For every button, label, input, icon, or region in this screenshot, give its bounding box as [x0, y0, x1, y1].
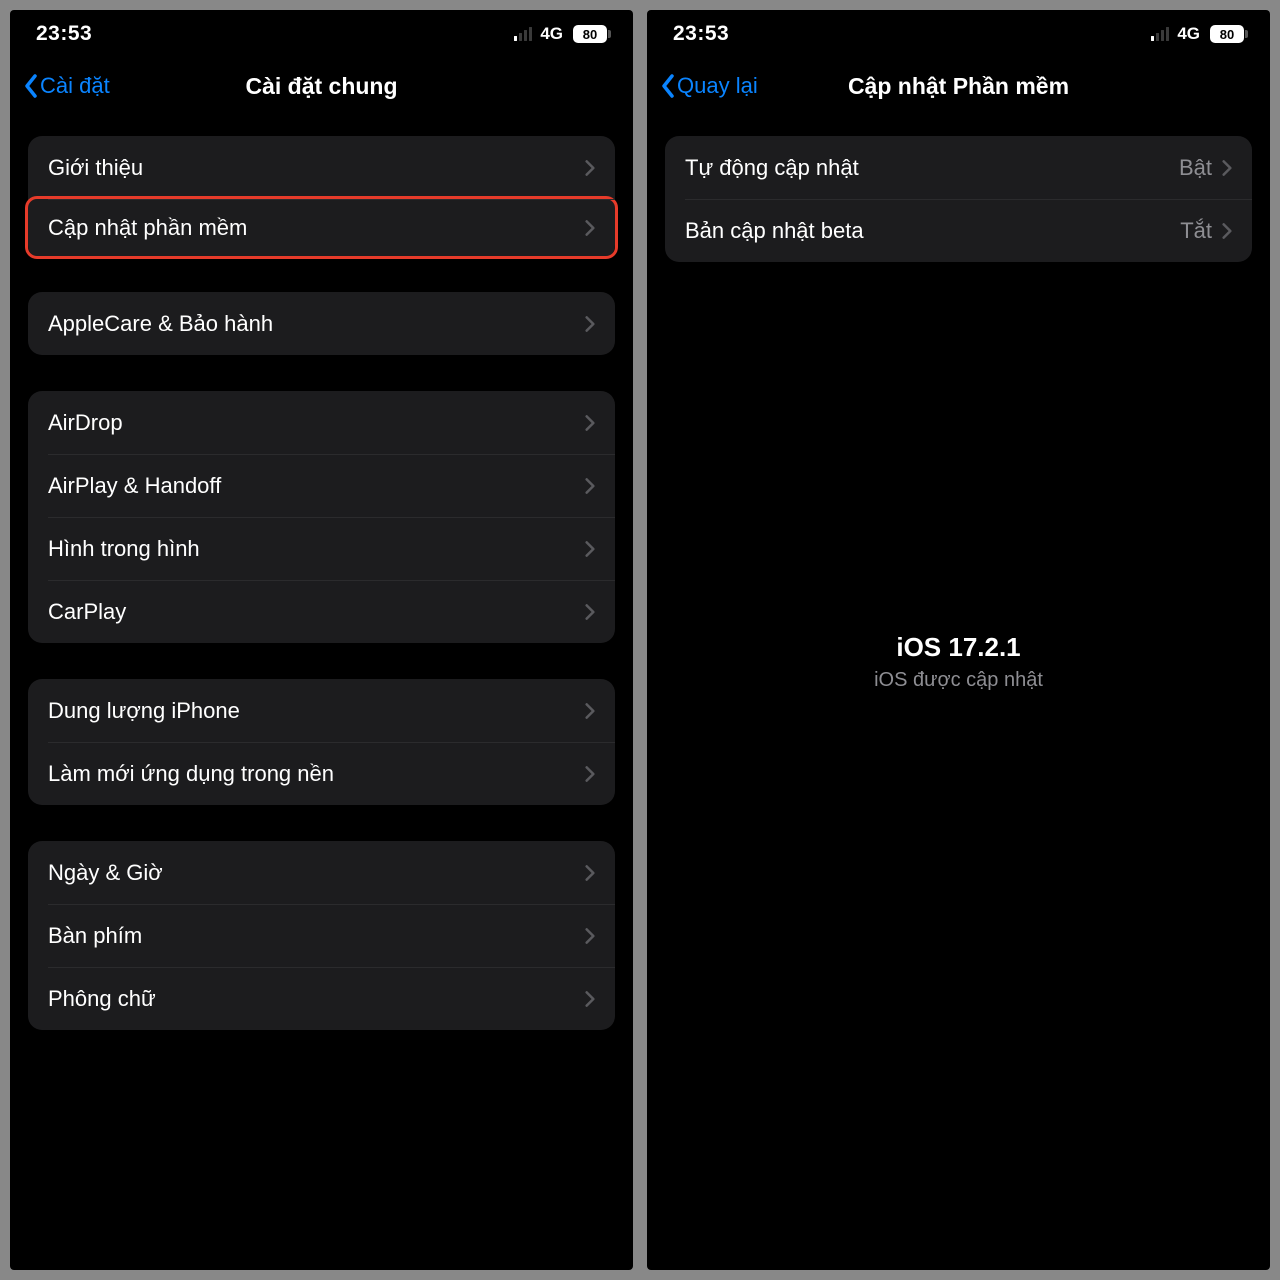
status-indicators: 4G 80 [514, 24, 607, 44]
row-label: Hình trong hình [48, 536, 585, 562]
nav-bar: Cài đặt Cài đặt chung [10, 58, 633, 114]
chevron-left-icon [24, 74, 38, 98]
network-label: 4G [540, 24, 563, 44]
nav-bar: Quay lại Cập nhật Phần mềm [647, 58, 1270, 114]
row-beta-update[interactable]: Bản cập nhật beta Tắt [665, 199, 1252, 262]
chevron-right-icon [585, 219, 595, 237]
row-storage[interactable]: Dung lượng iPhone [28, 679, 615, 742]
row-label: AirPlay & Handoff [48, 473, 585, 499]
status-time: 23:53 [36, 22, 92, 46]
battery-icon: 80 [573, 25, 607, 43]
status-time: 23:53 [673, 22, 729, 46]
content-scroll[interactable]: Giới thiệu Cập nhật phần mềm AppleCare &… [10, 114, 633, 1270]
chevron-right-icon [585, 159, 595, 177]
row-label: AppleCare & Bảo hành [48, 311, 585, 337]
row-label: Làm mới ứng dụng trong nền [48, 761, 585, 787]
row-label: Bàn phím [48, 923, 585, 949]
network-label: 4G [1177, 24, 1200, 44]
chevron-right-icon [585, 315, 595, 333]
settings-group: AppleCare & Bảo hành [28, 292, 615, 355]
row-bg-refresh[interactable]: Làm mới ứng dụng trong nền [28, 742, 615, 805]
chevron-right-icon [585, 765, 595, 783]
content-scroll[interactable]: Tự động cập nhật Bật Bản cập nhật beta T… [647, 114, 1270, 1270]
chevron-right-icon [585, 864, 595, 882]
row-date-time[interactable]: Ngày & Giờ [28, 841, 615, 904]
row-carplay[interactable]: CarPlay [28, 580, 615, 643]
row-label: Cập nhật phần mềm [48, 215, 585, 241]
battery-level: 80 [1210, 25, 1244, 43]
signal-icon [514, 27, 532, 41]
battery-icon: 80 [1210, 25, 1244, 43]
row-software-update[interactable]: Cập nhật phần mềm [25, 196, 618, 259]
row-value: Bật [1179, 155, 1212, 181]
status-bar: 23:53 4G 80 [10, 10, 633, 58]
chevron-right-icon [585, 603, 595, 621]
row-label: Tự động cập nhật [685, 155, 1179, 181]
chevron-right-icon [585, 702, 595, 720]
row-label: Phông chữ [48, 986, 585, 1012]
row-label: Dung lượng iPhone [48, 698, 585, 724]
row-pip[interactable]: Hình trong hình [28, 517, 615, 580]
row-label: AirDrop [48, 410, 585, 436]
row-label: Bản cập nhật beta [685, 218, 1180, 244]
screen-software-update: 23:53 4G 80 Quay lại Cập nhật Phần mềm T… [647, 10, 1270, 1270]
row-about[interactable]: Giới thiệu [28, 136, 615, 199]
back-button[interactable]: Cài đặt [24, 73, 110, 99]
settings-group: Tự động cập nhật Bật Bản cập nhật beta T… [665, 136, 1252, 262]
chevron-right-icon [1222, 222, 1232, 240]
page-title: Cập nhật Phần mềm [848, 73, 1069, 100]
battery-level: 80 [573, 25, 607, 43]
chevron-right-icon [585, 540, 595, 558]
row-airdrop[interactable]: AirDrop [28, 391, 615, 454]
back-label: Quay lại [677, 73, 758, 99]
row-auto-update[interactable]: Tự động cập nhật Bật [665, 136, 1252, 199]
row-label: Ngày & Giờ [48, 860, 585, 886]
ios-version: iOS 17.2.1 [665, 632, 1252, 663]
screen-general-settings: 23:53 4G 80 Cài đặt Cài đặt chung Giới t… [10, 10, 633, 1270]
back-label: Cài đặt [40, 73, 110, 99]
settings-group: AirDrop AirPlay & Handoff Hình trong hìn… [28, 391, 615, 643]
chevron-left-icon [661, 74, 675, 98]
chevron-right-icon [585, 990, 595, 1008]
settings-group: Dung lượng iPhone Làm mới ứng dụng trong… [28, 679, 615, 805]
status-indicators: 4G 80 [1151, 24, 1244, 44]
status-bar: 23:53 4G 80 [647, 10, 1270, 58]
page-title: Cài đặt chung [245, 73, 397, 100]
back-button[interactable]: Quay lại [661, 73, 758, 99]
chevron-right-icon [1222, 159, 1232, 177]
settings-group: Ngày & Giờ Bàn phím Phông chữ [28, 841, 615, 1030]
chevron-right-icon [585, 927, 595, 945]
row-value: Tắt [1180, 218, 1212, 244]
signal-icon [1151, 27, 1169, 41]
update-status-block: iOS 17.2.1 iOS được cập nhật [665, 632, 1252, 692]
row-label: Giới thiệu [48, 155, 585, 181]
chevron-right-icon [585, 414, 595, 432]
row-fonts[interactable]: Phông chữ [28, 967, 615, 1030]
ios-status: iOS được cập nhật [665, 669, 1252, 692]
row-applecare[interactable]: AppleCare & Bảo hành [28, 292, 615, 355]
settings-group: Giới thiệu Cập nhật phần mềm [28, 136, 615, 259]
row-keyboard[interactable]: Bàn phím [28, 904, 615, 967]
row-airplay[interactable]: AirPlay & Handoff [28, 454, 615, 517]
chevron-right-icon [585, 477, 595, 495]
row-label: CarPlay [48, 599, 585, 625]
